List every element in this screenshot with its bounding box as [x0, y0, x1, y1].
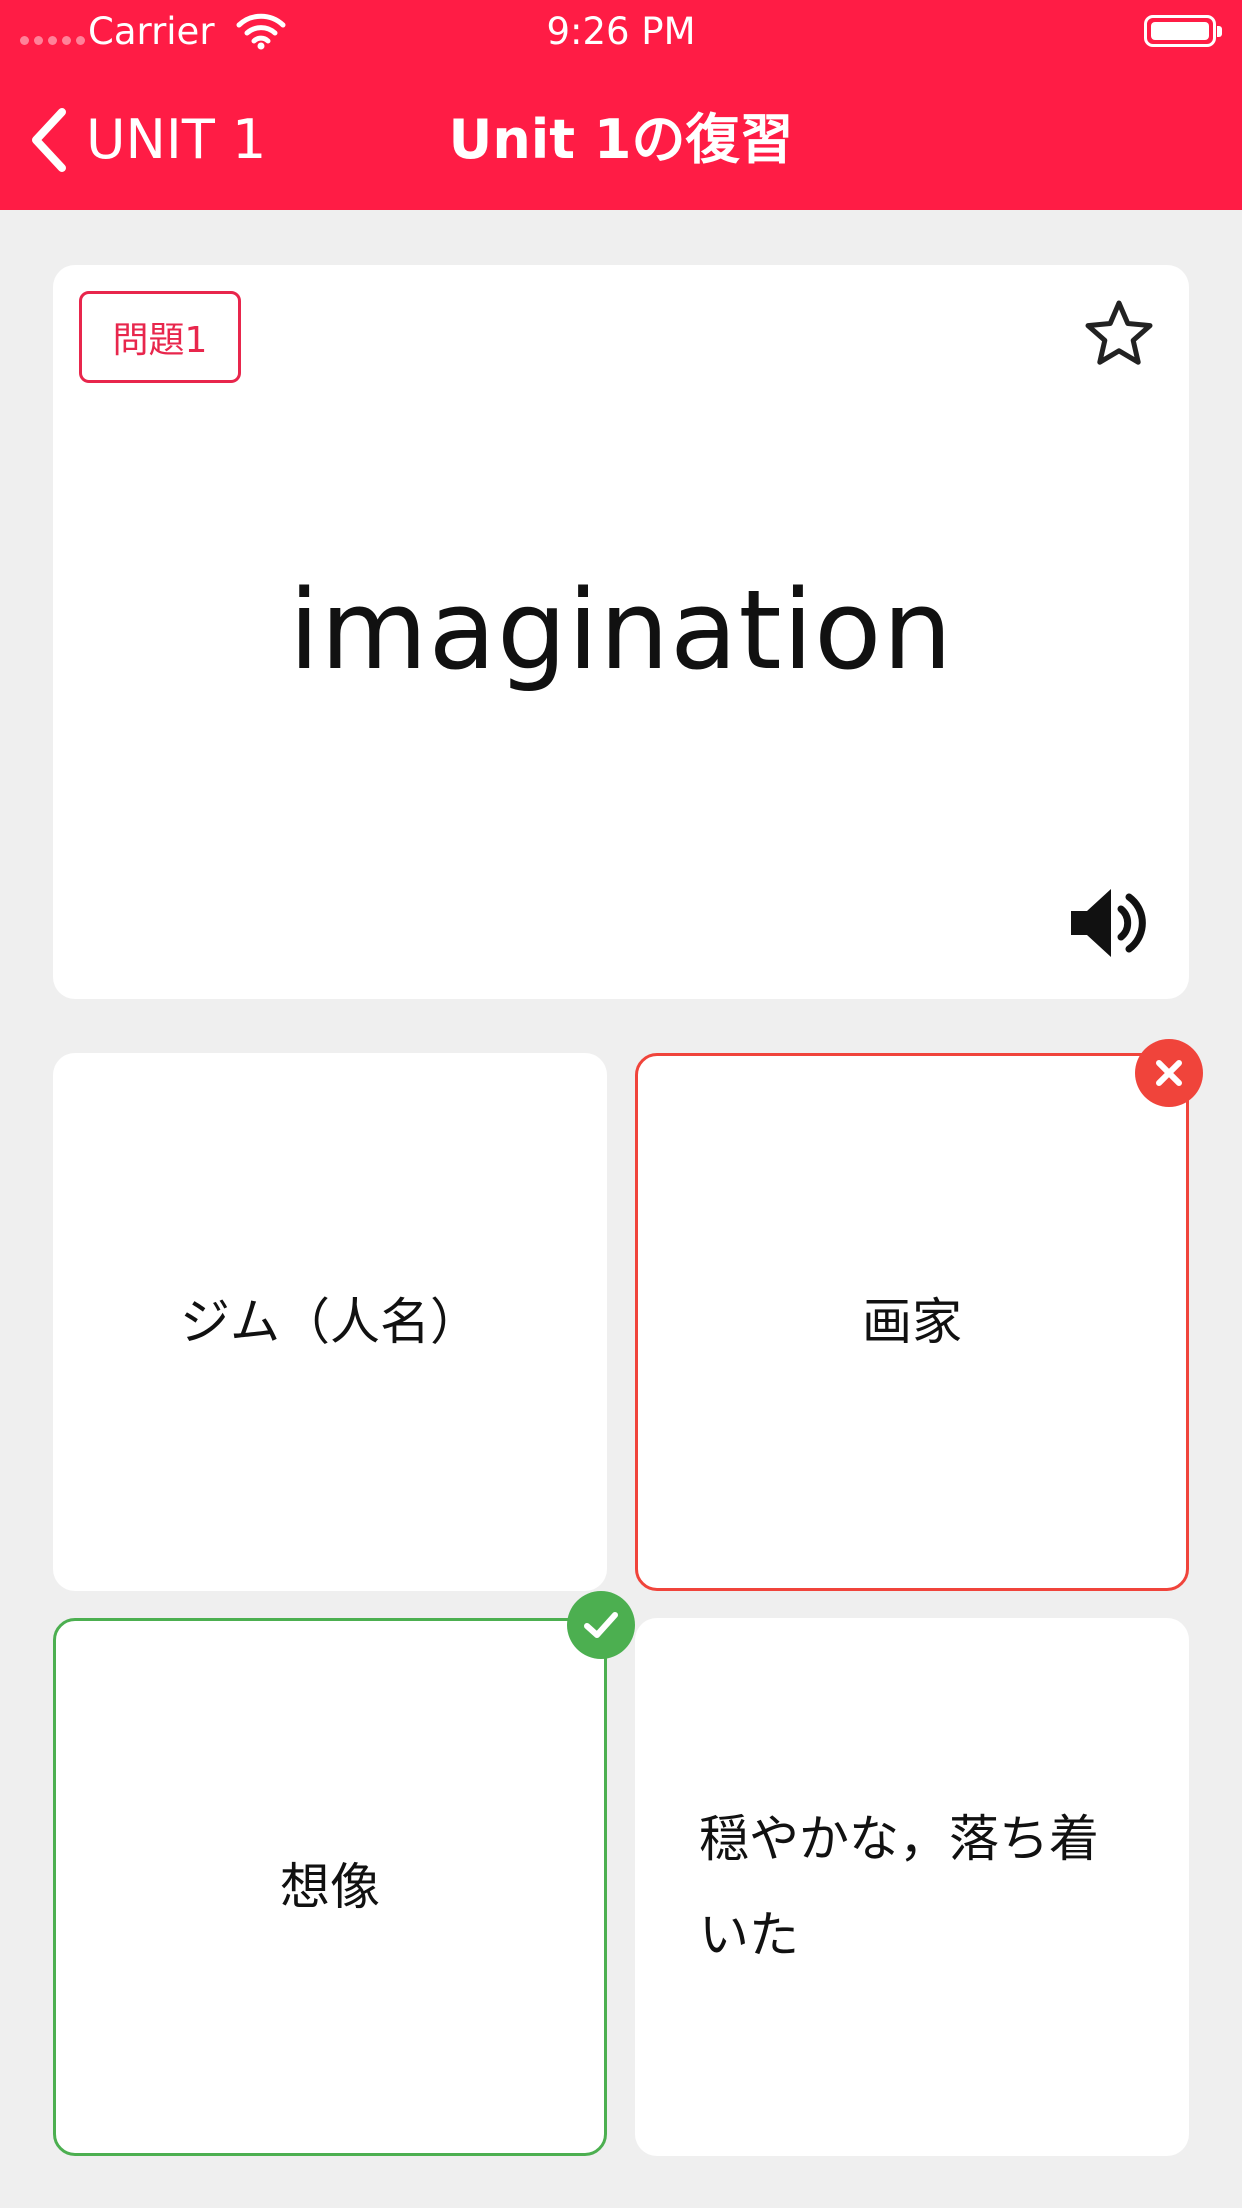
page-title: Unit 1の復習 [448, 108, 794, 171]
status-time: 9:26 PM [546, 10, 696, 53]
question-card: 問題1 imagination [53, 265, 1189, 999]
answer-choice-label: 穏やかな，落ち着いた [699, 1810, 1099, 1964]
answer-choice-2-wrong[interactable]: 画家 [635, 1053, 1189, 1591]
checkmark-icon [584, 1612, 618, 1638]
answer-choice-1[interactable]: ジム（人名） [53, 1053, 607, 1591]
answer-choice-label: 想像 [280, 1858, 380, 1916]
answer-choice-4[interactable]: 穏やかな，落ち着いた [635, 1618, 1189, 2156]
speaker-icon[interactable] [1067, 881, 1151, 965]
wrong-answer-badge [1135, 1039, 1203, 1107]
question-number-badge: 問題1 [79, 291, 241, 383]
close-icon [1156, 1060, 1182, 1086]
answer-choice-label: ジム（人名） [180, 1293, 480, 1351]
correct-answer-badge [567, 1591, 635, 1659]
status-bar: Carrier 9:26 PM [0, 0, 1242, 62]
battery-icon [1144, 15, 1222, 47]
star-outline-icon[interactable] [1083, 297, 1155, 369]
navigation-header: Carrier 9:26 PM UNIT 1 Unit 1の復習 [0, 0, 1242, 210]
answer-choice-3-correct[interactable]: 想像 [53, 1618, 607, 2156]
question-word: imagination [288, 566, 954, 694]
answer-choice-label: 画家 [862, 1293, 962, 1351]
